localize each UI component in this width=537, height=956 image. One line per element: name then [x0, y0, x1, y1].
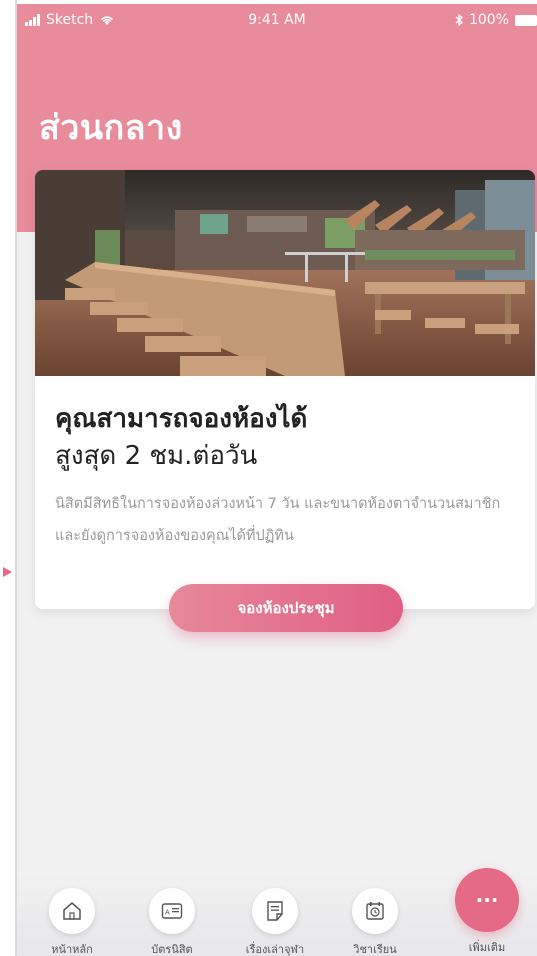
book-meeting-room-button[interactable]: จองห้องประชุม — [169, 584, 403, 632]
bluetooth-icon — [455, 14, 463, 26]
status-right: 100% — [455, 12, 537, 28]
status-bar: Sketch 9:41 AM 100% — [17, 4, 537, 40]
nav-label-home: หน้าหลัก — [51, 943, 93, 956]
card-heading: คุณสามารถจองห้องได้ — [55, 404, 308, 434]
calendar-clock-icon — [352, 888, 398, 934]
card-description: นิสิตมีสิทธิในการจองห้องล่วงหน้า 7 วัน แ… — [55, 496, 501, 544]
meeting-room-photo — [35, 170, 535, 376]
battery-percent: 100% — [468, 12, 509, 28]
battery-icon — [515, 14, 537, 26]
page-title: ส่วนกลาง — [39, 108, 183, 148]
frame-arrow-marker — [3, 567, 12, 577]
svg-text:A: A — [165, 910, 170, 917]
nav-item-stories[interactable]: เรื่องเล่าจุฬา — [225, 888, 325, 956]
id-card-icon: A — [149, 888, 195, 934]
card-subheading: สูงสุด 2 ชม.ต่อวัน — [55, 441, 258, 471]
nav-label-more: เพิ่มเติม — [468, 941, 506, 954]
nav-label-student-card: บัตรนิสิต — [151, 943, 193, 956]
phone-screen: Sketch 9:41 AM 100% ส่วนกลาง คุณสามารถจอ… — [17, 4, 537, 956]
nav-label-stories: เรื่องเล่าจุฬา — [245, 943, 305, 956]
more-button[interactable]: ··· — [455, 868, 519, 932]
notes-icon — [252, 888, 298, 934]
nav-label-courses: วิชาเรียน — [353, 943, 397, 956]
home-icon — [49, 888, 95, 934]
more-dots-icon: ··· — [475, 888, 499, 912]
nav-item-student-card[interactable]: A บัตรนิสิต — [122, 888, 222, 956]
info-card: คุณสามารถจองห้องได้ สูงสุด 2 ชม.ต่อวัน น… — [35, 170, 535, 609]
nav-item-home[interactable]: หน้าหลัก — [22, 888, 122, 956]
nav-item-courses[interactable]: วิชาเรียน — [325, 888, 425, 956]
